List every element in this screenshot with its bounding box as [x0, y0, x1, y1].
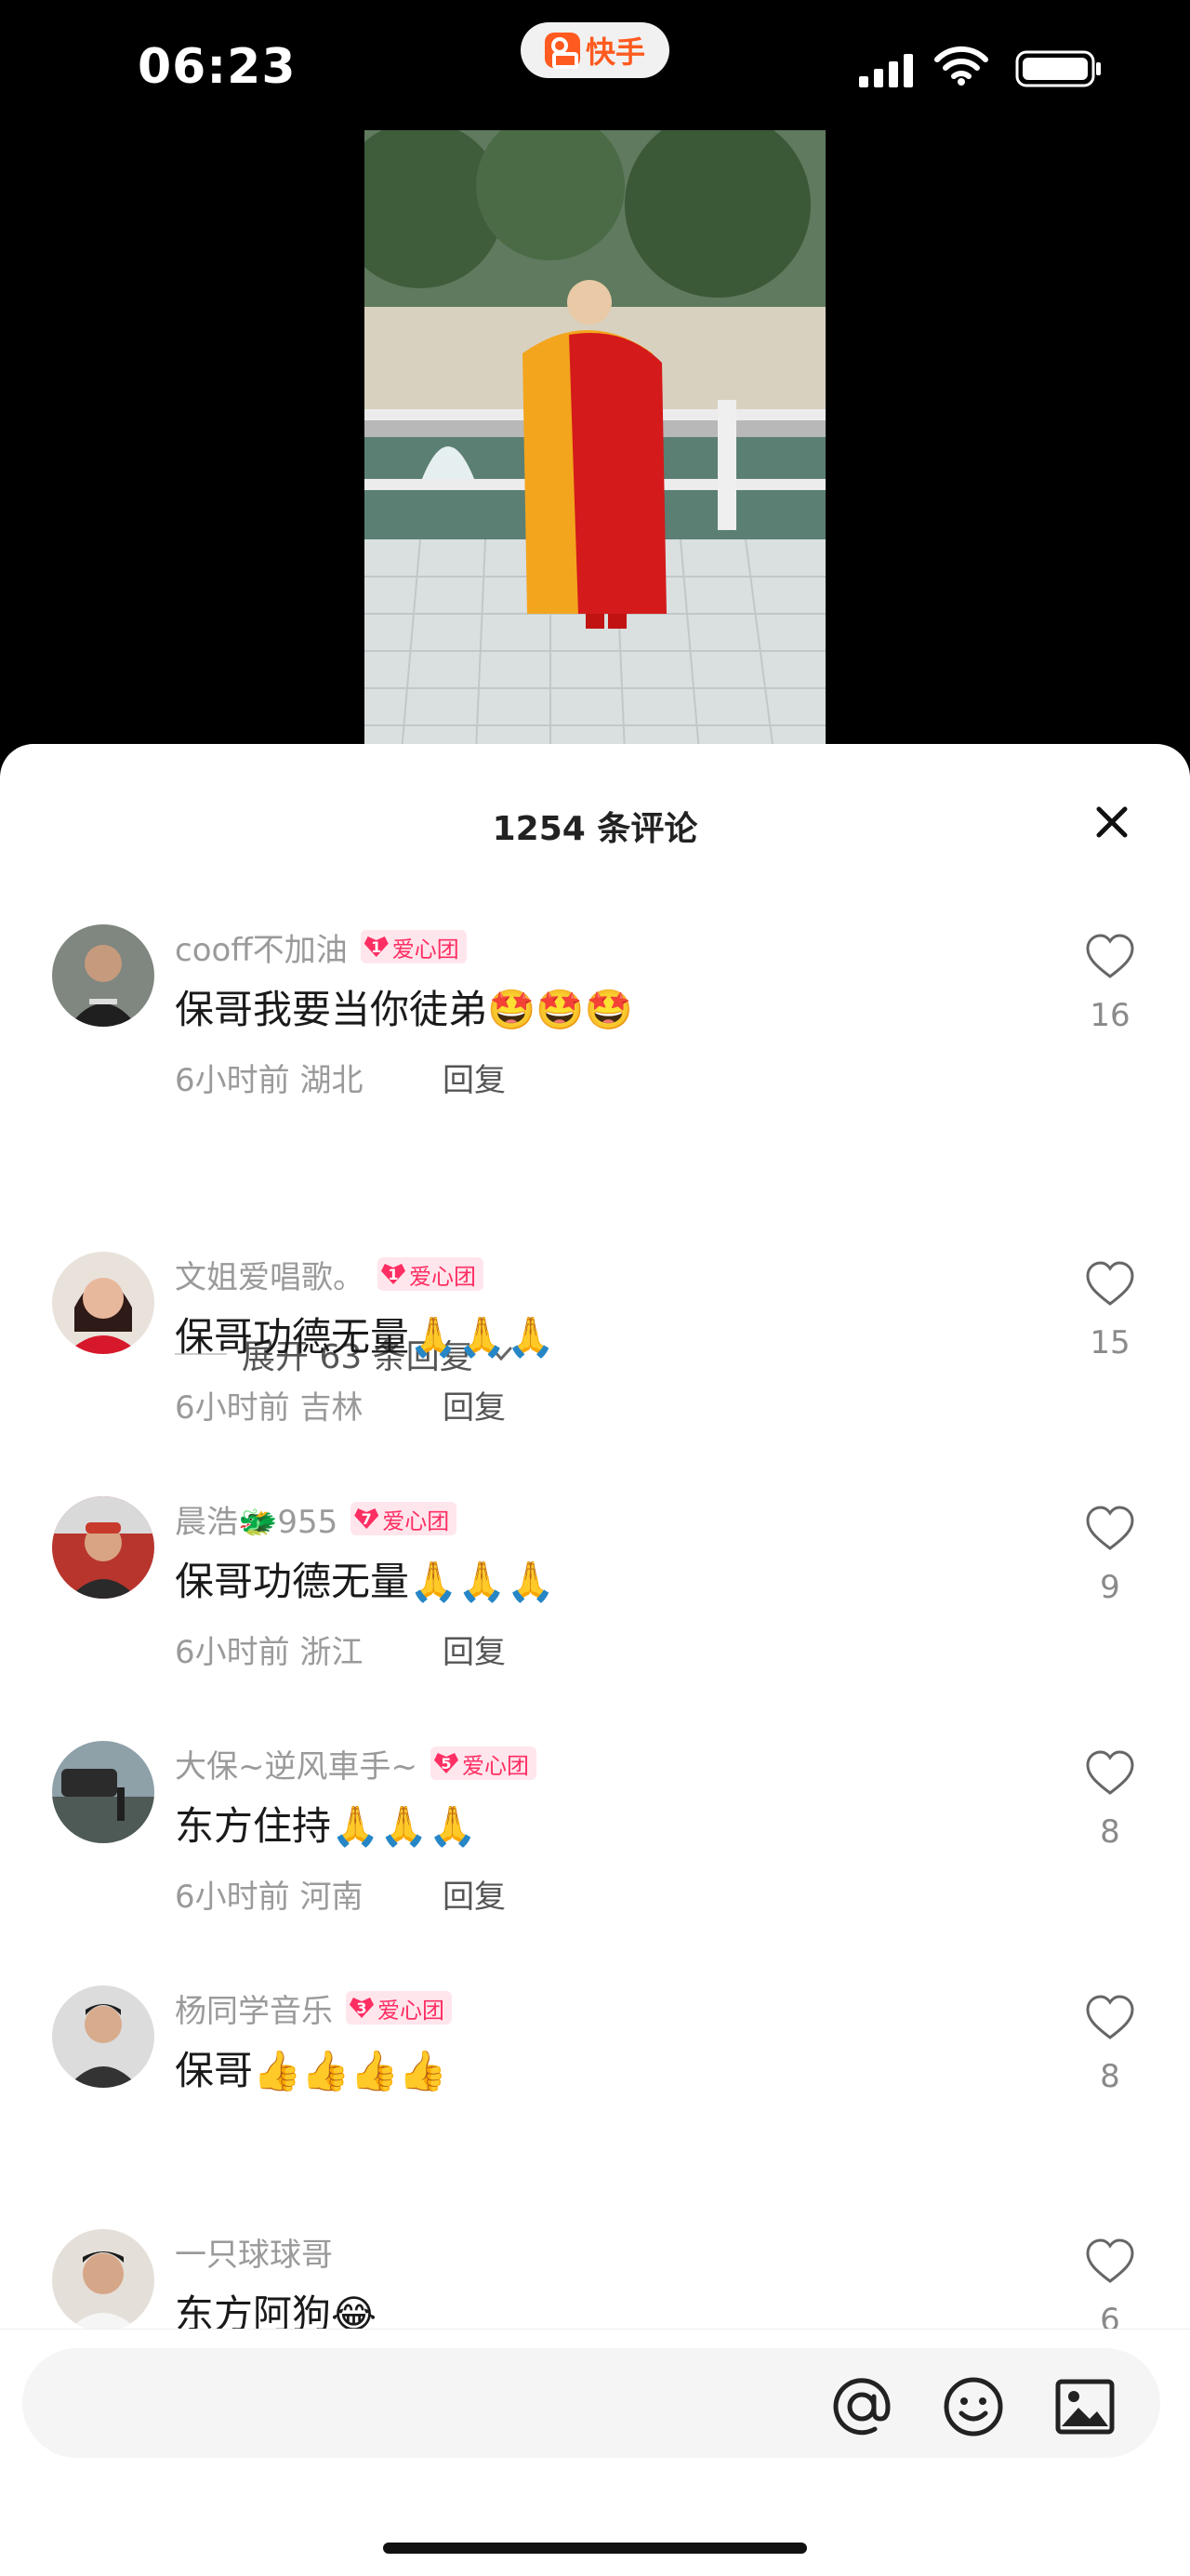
- badge-label: 爱心团: [391, 936, 459, 963]
- comment-username-row[interactable]: 文姐爱唱歌。 1 爱心团: [175, 1252, 483, 1296]
- comment-username[interactable]: cooff不加油: [175, 924, 348, 970]
- comment-meta: 6小时前 河南: [175, 1879, 364, 1916]
- fan-badge: 7 爱心团: [350, 1502, 457, 1535]
- fan-badge: 3 爱心团: [346, 1991, 452, 2025]
- home-indicator[interactable]: [383, 2543, 807, 2554]
- comment-meta: 6小时前 浙江: [175, 1634, 364, 1671]
- fan-badge: 5 爱心团: [430, 1746, 536, 1780]
- comment-meta: 6小时前 湖北: [175, 1062, 364, 1099]
- comment-text[interactable]: 保哥功德无量🙏🙏🙏: [175, 1550, 555, 1607]
- comment-text[interactable]: 东方住持🙏🙏🙏: [175, 1795, 477, 1852]
- badge-level: 7: [354, 1508, 379, 1529]
- badge-level: 3: [350, 1998, 374, 2018]
- avatar[interactable]: [52, 924, 154, 1027]
- comment-text[interactable]: 保哥👍👍👍👍: [175, 2039, 447, 2096]
- badge-label: 爱心团: [382, 1507, 450, 1534]
- app-indicator[interactable]: 快手: [521, 22, 669, 78]
- status-time: 06:23: [138, 39, 297, 95]
- fan-badge: 1 爱心团: [360, 930, 467, 963]
- comments-title: 1254 条评论: [492, 810, 698, 848]
- app-name: 快手: [585, 34, 645, 70]
- video-preview[interactable]: [364, 130, 826, 751]
- heart-outline-icon[interactable]: [1084, 2237, 1136, 2289]
- comment-username-row[interactable]: 一只球球哥: [175, 2229, 333, 2274]
- wifi-icon: [934, 46, 988, 86]
- cellular-signal-icon: [859, 54, 913, 87]
- like-count: 9: [1100, 1569, 1120, 1606]
- comment-username[interactable]: 晨浩🐲955: [175, 1496, 337, 1542]
- avatar[interactable]: [52, 1741, 154, 1843]
- reply-button[interactable]: 回复: [443, 1627, 506, 1672]
- badge-level: 5: [433, 1753, 458, 1773]
- comment-username-row[interactable]: 杨同学音乐 3 爱心团: [175, 1985, 452, 2030]
- at-icon[interactable]: [829, 2374, 894, 2439]
- badge-label: 爱心团: [461, 1752, 529, 1779]
- fan-badge: 1 爱心团: [377, 1257, 483, 1291]
- kuaishou-logo-icon: [544, 33, 580, 69]
- comment-username[interactable]: 一只球球哥: [175, 2229, 333, 2275]
- like-count: 8: [1100, 2058, 1120, 2095]
- comment-username-row[interactable]: 大保~逆风車手~ 5 爱心团: [175, 1741, 536, 1786]
- like-count: 8: [1100, 1813, 1120, 1851]
- heart-outline-icon[interactable]: [1084, 1748, 1136, 1800]
- comment-text[interactable]: 保哥功德无量🙏🙏🙏: [175, 1306, 555, 1362]
- badge-level: 1: [364, 936, 389, 957]
- comment-username[interactable]: 大保~逆风車手~: [175, 1741, 417, 1786]
- heart-outline-icon[interactable]: [1084, 1993, 1136, 2045]
- badge-level: 1: [381, 1264, 405, 1284]
- comment-username-row[interactable]: cooff不加油 1 爱心团: [175, 924, 467, 969]
- image-icon[interactable]: [1052, 2374, 1117, 2439]
- comment-text[interactable]: 保哥我要当你徒弟🤩🤩🤩: [175, 978, 633, 1035]
- like-count: 16: [1090, 997, 1130, 1034]
- reply-button[interactable]: 回复: [443, 1871, 506, 1917]
- comment-username[interactable]: 文姐爱唱歌。: [175, 1252, 364, 1297]
- reply-button[interactable]: 回复: [443, 1055, 506, 1100]
- badge-label: 爱心团: [377, 1997, 444, 2024]
- status-bar: 06:23 快手: [0, 0, 1190, 130]
- avatar[interactable]: [52, 1985, 154, 2088]
- reply-button[interactable]: 回复: [443, 1382, 506, 1427]
- like-count: 15: [1090, 1324, 1130, 1361]
- heart-outline-icon[interactable]: [1084, 932, 1136, 984]
- close-icon[interactable]: [1090, 800, 1134, 844]
- avatar[interactable]: [52, 1496, 154, 1599]
- emoji-icon[interactable]: [941, 2374, 1006, 2439]
- comment-username-row[interactable]: 晨浩🐲955 7 爱心团: [175, 1496, 457, 1542]
- comment-meta: 6小时前 吉林: [175, 1389, 364, 1427]
- comment-username[interactable]: 杨同学音乐: [175, 1985, 333, 2031]
- battery-icon: [1015, 50, 1101, 87]
- heart-outline-icon[interactable]: [1084, 1504, 1136, 1556]
- avatar[interactable]: [52, 1252, 154, 1354]
- badge-label: 爱心团: [409, 1263, 476, 1290]
- comment-input-bar: [0, 2329, 1190, 2576]
- avatar[interactable]: [52, 2229, 154, 2331]
- heart-outline-icon[interactable]: [1084, 1259, 1136, 1311]
